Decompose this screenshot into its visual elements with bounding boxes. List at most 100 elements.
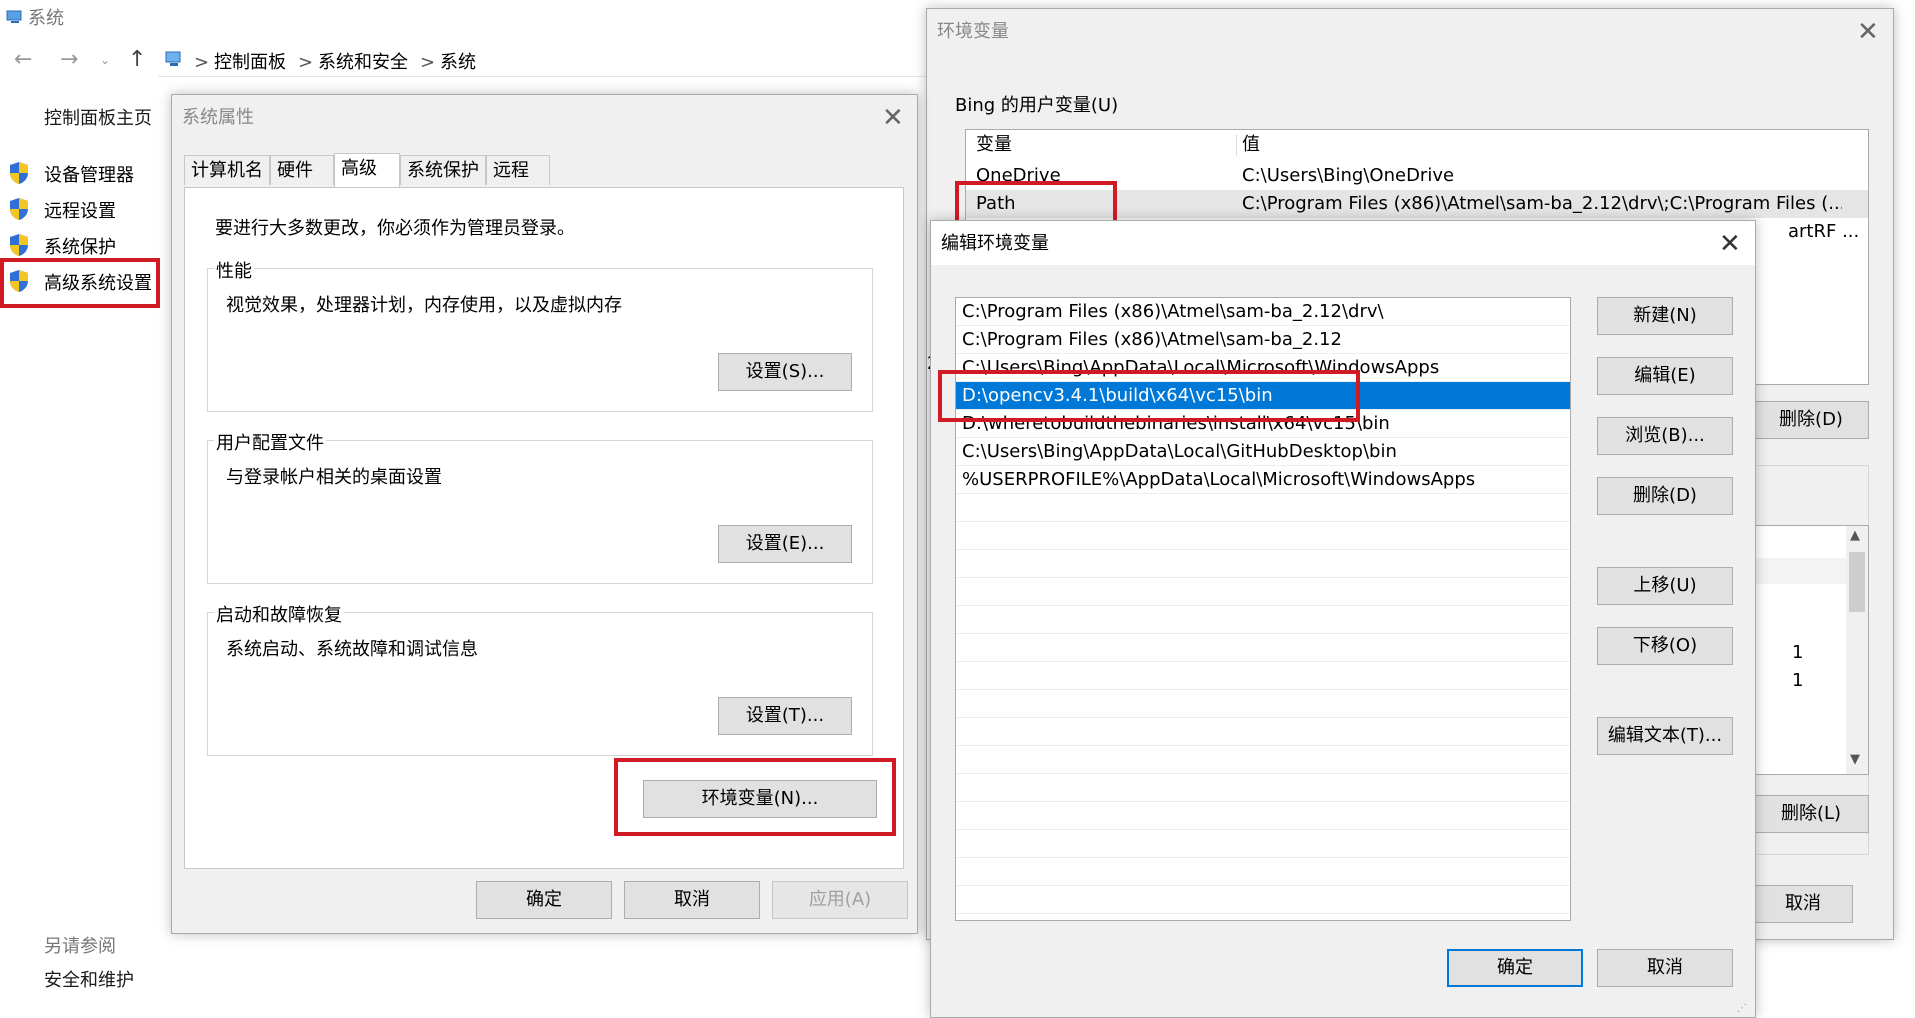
- list-item-empty[interactable]: [956, 662, 1570, 690]
- delete-user-var-button[interactable]: 删除(D): [1753, 401, 1869, 439]
- new-button[interactable]: 新建(N): [1597, 297, 1733, 335]
- column-header-variable[interactable]: 变量: [976, 130, 1012, 160]
- group-description: 系统启动、系统故障和调试信息: [226, 639, 478, 660]
- startup-settings-button[interactable]: 设置(T)...: [718, 697, 852, 735]
- sidebar-item-label: 设备管理器: [44, 165, 134, 186]
- browse-button[interactable]: 浏览(B)...: [1597, 417, 1733, 455]
- navigation-bar: ← → ⌄ ↑ > 控制面板 > 系统和安全 > 系统: [0, 44, 960, 77]
- uac-shield-icon: [8, 161, 30, 185]
- ok-button[interactable]: 确定: [476, 881, 612, 919]
- row-value: C:\Users\Bing\OneDrive: [1242, 165, 1455, 186]
- column-header-value[interactable]: 值: [1242, 130, 1260, 160]
- breadcrumb-separator-icon: >: [194, 52, 210, 73]
- scroll-up-icon[interactable]: ▲: [1850, 528, 1860, 543]
- control-panel-icon: [164, 50, 184, 73]
- user-profiles-group: 用户配置文件 与登录帐户相关的桌面设置 设置(E)...: [207, 429, 873, 584]
- tab-computer-name[interactable]: 计算机名: [184, 155, 270, 185]
- window-title: 系统: [28, 8, 64, 29]
- list-item[interactable]: C:\Program Files (x86)\Atmel\sam-ba_2.12: [956, 326, 1570, 354]
- env-vars-title: 环境变量: [937, 21, 1009, 42]
- list-item-empty[interactable]: [956, 830, 1570, 858]
- scroll-down-icon[interactable]: ▼: [1850, 752, 1860, 767]
- close-icon[interactable]: ✕: [1857, 19, 1879, 45]
- list-item-empty[interactable]: [956, 718, 1570, 746]
- close-icon[interactable]: ✕: [1719, 231, 1741, 257]
- breadcrumb-separator-icon: >: [420, 52, 436, 73]
- cancel-button[interactable]: 取消: [624, 881, 760, 919]
- group-legend: 启动和故障恢复: [214, 601, 344, 627]
- row-value: C:\Program Files (x86)\Atmel\sam-ba_2.12…: [1242, 193, 1842, 214]
- list-item-empty[interactable]: [956, 858, 1570, 886]
- sidebar-control-panel-home[interactable]: 控制面板主页: [44, 104, 152, 130]
- tab-hardware[interactable]: 硬件: [270, 155, 334, 185]
- ok-button[interactable]: 确定: [1447, 949, 1583, 987]
- move-down-button[interactable]: 下移(O): [1597, 627, 1733, 665]
- row-value-partial: artRF ...: [1788, 221, 1860, 242]
- list-item[interactable]: C:\Program Files (x86)\Atmel\sam-ba_2.12…: [956, 298, 1570, 326]
- system-icon: [6, 8, 24, 23]
- env-cancel-button[interactable]: 取消: [1753, 885, 1853, 923]
- cancel-button[interactable]: 取消: [1597, 949, 1733, 987]
- group-legend: 性能: [214, 257, 254, 283]
- group-description: 与登录帐户相关的桌面设置: [226, 467, 442, 488]
- tab-system-protection[interactable]: 系统保护: [400, 155, 486, 185]
- recent-chevron-icon[interactable]: ⌄: [100, 44, 110, 76]
- breadcrumb-system[interactable]: 系统: [440, 48, 476, 74]
- uac-shield-icon: [8, 233, 30, 257]
- list-item-empty[interactable]: [956, 494, 1570, 522]
- list-item-empty[interactable]: [956, 774, 1570, 802]
- edit-button[interactable]: 编辑(E): [1597, 357, 1733, 395]
- vertical-scrollbar[interactable]: ▲ ▼: [1846, 526, 1868, 774]
- delete-button[interactable]: 删除(D): [1597, 477, 1733, 515]
- path-text: %USERPROFILE%\AppData\Local\Microsoft\Wi…: [962, 469, 1476, 490]
- list-item-empty[interactable]: [956, 606, 1570, 634]
- startup-recovery-group: 启动和故障恢复 系统启动、系统故障和调试信息 设置(T)...: [207, 601, 873, 756]
- column-divider: [1236, 134, 1237, 156]
- breadcrumb-system-security[interactable]: 系统和安全: [318, 48, 408, 74]
- edit-text-button[interactable]: 编辑文本(T)...: [1597, 717, 1733, 755]
- row-value-partial: 1: [1792, 670, 1804, 691]
- performance-group: 性能 视觉效果，处理器计划，内存使用，以及虚拟内存 设置(S)...: [207, 257, 873, 412]
- admin-note: 要进行大多数更改，你必须作为管理员登录。: [215, 218, 575, 239]
- highlight-advanced-settings: [0, 258, 160, 308]
- resize-grip-icon[interactable]: ⋰: [1737, 1003, 1749, 1014]
- address-bar[interactable]: > 控制面板 > 系统和安全 > 系统: [158, 44, 958, 77]
- close-icon[interactable]: ✕: [882, 105, 904, 131]
- back-arrow-icon[interactable]: ←: [14, 44, 32, 76]
- list-item-empty[interactable]: [956, 550, 1570, 578]
- path-text: C:\Program Files (x86)\Atmel\sam-ba_2.12: [962, 329, 1342, 350]
- system-properties-title: 系统属性: [182, 107, 254, 128]
- sidebar-item-remote-settings[interactable]: 远程设置: [8, 194, 158, 224]
- sidebar-item-device-manager[interactable]: 设备管理器: [8, 158, 158, 188]
- list-item-empty[interactable]: [956, 886, 1570, 914]
- list-item-empty[interactable]: [956, 746, 1570, 774]
- up-arrow-icon[interactable]: ↑: [128, 44, 146, 76]
- tab-advanced[interactable]: 高级: [334, 153, 400, 187]
- forward-arrow-icon[interactable]: →: [60, 44, 78, 76]
- apply-button[interactable]: 应用(A): [772, 881, 908, 919]
- see-also-heading: 另请参阅: [44, 936, 116, 957]
- tab-remote[interactable]: 远程: [486, 155, 550, 185]
- profile-settings-button[interactable]: 设置(E)...: [718, 525, 852, 563]
- list-item-empty[interactable]: [956, 802, 1570, 830]
- sidebar-item-system-protection[interactable]: 系统保护: [8, 230, 158, 260]
- breadcrumb-control-panel[interactable]: 控制面板: [214, 48, 286, 74]
- breadcrumb-separator-icon: >: [298, 52, 314, 73]
- list-item-empty[interactable]: [956, 522, 1570, 550]
- security-maintenance-link[interactable]: 安全和维护: [44, 966, 134, 992]
- list-item[interactable]: %USERPROFILE%\AppData\Local\Microsoft\Wi…: [956, 466, 1570, 494]
- sidebar-item-label: 系统保护: [44, 237, 116, 258]
- edit-env-var-dialog: 编辑环境变量 ✕ C:\Program Files (x86)\Atmel\sa…: [930, 220, 1756, 1018]
- group-legend: 用户配置文件: [214, 429, 326, 455]
- uac-shield-icon: [8, 197, 30, 221]
- path-text: C:\Users\Bing\AppData\Local\GitHubDeskto…: [962, 441, 1397, 462]
- move-up-button[interactable]: 上移(U): [1597, 567, 1733, 605]
- list-item-empty[interactable]: [956, 578, 1570, 606]
- list-item-empty[interactable]: [956, 690, 1570, 718]
- scrollbar-thumb[interactable]: [1849, 552, 1865, 612]
- performance-settings-button[interactable]: 设置(S)...: [718, 353, 852, 391]
- path-text: C:\Program Files (x86)\Atmel\sam-ba_2.12…: [962, 301, 1384, 322]
- list-item-empty[interactable]: [956, 634, 1570, 662]
- list-item[interactable]: C:\Users\Bing\AppData\Local\GitHubDeskto…: [956, 438, 1570, 466]
- delete-system-var-button[interactable]: 删除(L): [1753, 795, 1869, 833]
